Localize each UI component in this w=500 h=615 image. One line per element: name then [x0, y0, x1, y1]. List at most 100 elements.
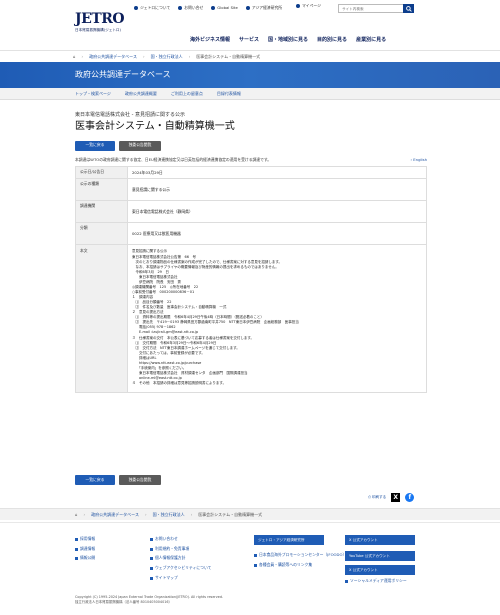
util-link-contact[interactable]: お問い合せ	[178, 5, 204, 11]
button-label: X 公式アカウント	[349, 537, 378, 542]
bullet-icon	[254, 553, 257, 557]
bullet-icon	[150, 537, 153, 541]
button-label: 一覧に戻る	[85, 142, 105, 148]
nav-by-purpose[interactable]: 目的別に見る	[317, 37, 347, 43]
bulletin-button[interactable]: 独委公告閲覧	[119, 140, 161, 151]
footer-link-label: 調達情報	[80, 545, 96, 551]
button-label: 一覧に戻る	[85, 476, 105, 482]
breadcrumb-current: 医事会計システム・自動精算機一式	[196, 54, 261, 59]
footer-link[interactable]: サイトマップ	[150, 575, 211, 581]
wto-notice: 本調達はWTOの政府調達に関する協定、日EU経済連携協定又は日英包括的経済連携協…	[75, 156, 427, 163]
logo-subtitle: 日本貿易振興機構(ジェトロ)	[75, 28, 121, 32]
back-to-list-button[interactable]: 一覧に戻る	[75, 475, 115, 485]
bullet-icon	[150, 567, 153, 571]
search-input[interactable]	[339, 5, 403, 12]
footer-link-label: お問い合わせ	[155, 536, 178, 541]
subnav-notes[interactable]: ご利用上の留意点	[171, 91, 203, 96]
footer-link-label: ソーシャルメディア運用ポリシー	[350, 578, 407, 583]
footer-link[interactable]: 各種会員・購読等へのリンク集	[254, 561, 346, 568]
mypage-link[interactable]: マイページ	[296, 3, 321, 9]
breadcrumb-separator: ›	[188, 54, 191, 59]
footer-link[interactable]: 採用情報	[75, 536, 96, 542]
footer-link-label: 採用情報	[80, 536, 96, 541]
page-subtitle: 東日本電信電話株式会社 - 意見招請に関する公示	[75, 112, 185, 118]
breadcrumb: ⌂ › 政府公共調達データベース › 国・独立行政法人 › 医事会計システム・自…	[0, 50, 500, 62]
page-title: 医事会計システム・自動精算機一式	[75, 121, 235, 133]
x-share-icon[interactable]: X	[391, 493, 401, 502]
row-label: 調達機関	[75, 200, 128, 224]
table-row: 分類 0022 医療用又は獣医用機器	[75, 222, 427, 246]
sub-nav: トップ・検索ページ 政府公共調達概要 ご利用上の留意点 目録付表情報	[0, 88, 500, 100]
footer-link[interactable]: ウェブアクセシビリティについて	[150, 565, 212, 571]
table-row: 本文 意見招請に関する公示 東日本電信電話株式会社公告第 66 号 次のとおり調…	[75, 244, 427, 394]
row-value: 意見招請に関する公示	[127, 178, 427, 202]
english-label: English	[413, 156, 427, 162]
print-link[interactable]: ⎙ 印刷する	[368, 495, 386, 499]
bullet-icon	[75, 557, 78, 561]
button-label: X 公式アカウント	[349, 567, 378, 572]
youtube-account-button[interactable]: YouTube 公式アカウント	[345, 551, 415, 561]
x-account-button-2[interactable]: X 公式アカウント	[345, 565, 415, 575]
breadcrumb-item[interactable]: 政府公共調達データベース	[91, 512, 139, 517]
row-value: 0022 医療用又は獣医用機器	[127, 222, 427, 246]
utility-links: ジェトロについて お問い合せ Global Site アジア経済研究所	[134, 5, 282, 11]
home-icon[interactable]: ⌂	[75, 512, 78, 517]
bulletin-button[interactable]: 独委公告閲覧	[119, 475, 161, 485]
breadcrumb-item[interactable]: 政府公共調達データベース	[89, 54, 137, 59]
breadcrumb-separator: ›	[142, 54, 145, 59]
table-row: 公示の種類 意見招請に関する公示	[75, 178, 427, 202]
back-to-list-button[interactable]: 一覧に戻る	[75, 140, 115, 151]
util-link-label: お問い合せ	[184, 5, 204, 10]
button-label: YouTube 公式アカウント	[349, 553, 390, 558]
footer-link[interactable]: 利用規約・免責事項	[150, 546, 211, 552]
bullet-icon	[150, 557, 153, 561]
util-link-ide[interactable]: アジア経済研究所	[245, 5, 282, 11]
jetro-logo[interactable]: JETRO 日本貿易振興機構(ジェトロ)	[75, 12, 125, 32]
home-icon[interactable]: ⌂	[73, 54, 76, 59]
search-button[interactable]	[403, 4, 414, 13]
subnav-top-search[interactable]: トップ・検索ページ	[75, 91, 111, 96]
footer-link[interactable]: 調達情報	[75, 545, 96, 552]
subnav-appendix[interactable]: 目録付表情報	[217, 91, 241, 96]
bullet-icon	[254, 563, 257, 567]
english-link[interactable]: › English	[411, 156, 427, 163]
footer-col-3: 日本食品海外プロモーションセンター（JFOODO） 各種会員・購読等へのリンク集	[254, 552, 347, 572]
breadcrumb-item[interactable]: 国・独立行政法人	[153, 512, 185, 517]
facebook-share-icon[interactable]: f	[405, 493, 415, 502]
footer-link-label: 各種会員・購読等へのリンク集	[259, 561, 313, 567]
footer-col-4: ソーシャルメディア運用ポリシー	[345, 578, 407, 589]
util-link-about[interactable]: ジェトロについて	[134, 5, 170, 11]
procurement-info-table: 公示日/公告日 2024年03月29日 公示の種類 意見招請に関する公示 調達機…	[75, 166, 427, 394]
nav-by-region[interactable]: 国・地域別に見る	[268, 37, 308, 43]
nav-services[interactable]: サービス	[239, 37, 259, 43]
breadcrumb-separator: ›	[83, 512, 86, 517]
footer-link-label: ウェブアクセシビリティについて	[155, 565, 212, 571]
bullet-icon	[345, 579, 348, 583]
row-label: 本文	[75, 244, 128, 394]
footer-link[interactable]: 情報公開	[75, 556, 95, 561]
footer-link[interactable]: ソーシャルメディア運用ポリシー	[345, 578, 407, 584]
util-link-global[interactable]: Global Site	[211, 5, 238, 11]
globe-icon	[211, 6, 216, 11]
print-label: 印刷する	[371, 495, 387, 500]
nav-overseas-business[interactable]: 海外ビジネス情報	[190, 37, 230, 43]
corp-text: 独立行政法人日本貿易振興機構（法人番号 8010405004016）	[75, 600, 172, 605]
nav-by-industry[interactable]: 産業別に見る	[356, 37, 386, 43]
site-search	[338, 4, 414, 13]
breadcrumb-item[interactable]: 国・独立行政法人	[151, 54, 183, 59]
footer-link[interactable]: 個人情報保護方針	[150, 556, 211, 561]
main-nav: 海外ビジネス情報 サービス 国・地域別に見る 目的別に見る 産業別に見る	[190, 37, 386, 43]
notice-body-text: 意見招請に関する公示 東日本電信電話株式会社公告第 66 号 次のとおり調達物品…	[132, 249, 299, 386]
search-icon	[405, 5, 412, 12]
footer-link[interactable]: 日本食品海外プロモーションセンター（JFOODO）	[254, 552, 347, 558]
footer-link-label: 個人情報保護方針	[155, 555, 186, 561]
x-account-button[interactable]: X 公式アカウント	[345, 535, 415, 545]
footer-link-label: 日本食品海外プロモーションセンター（JFOODO）	[259, 552, 347, 557]
mypage-label: マイページ	[302, 3, 321, 8]
ide-jetro-button[interactable]: ジェトロ・アジア経済研究所	[254, 535, 324, 545]
footer-link[interactable]: お問い合わせ	[150, 536, 211, 542]
breadcrumb-separator: ›	[81, 54, 84, 59]
breadcrumb-separator: ›	[144, 512, 147, 517]
subnav-overview[interactable]: 政府公共調達概要	[125, 91, 157, 96]
footer-link-label: 情報公開	[80, 555, 96, 561]
